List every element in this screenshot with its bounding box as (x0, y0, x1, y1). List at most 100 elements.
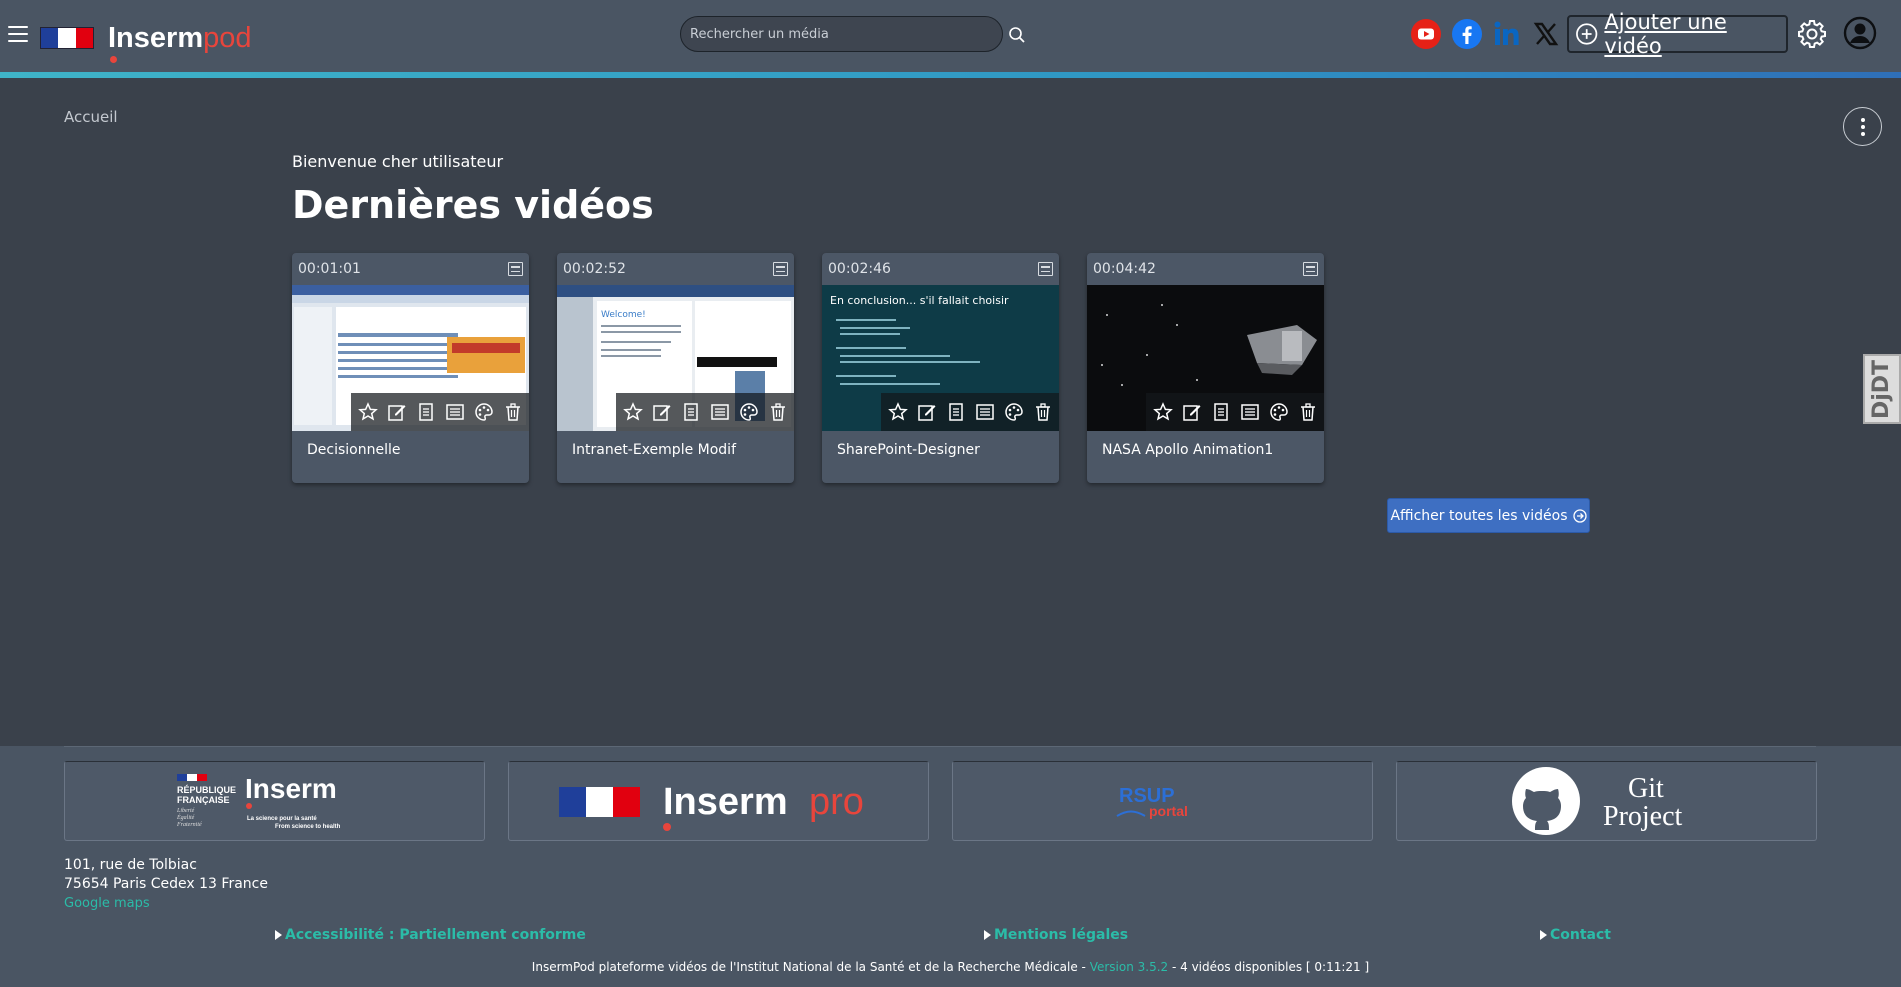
djdt-label: DjDT (1869, 359, 1895, 419)
top-navbar: Insermpod Ajouter une vidéo (0, 0, 1901, 72)
accessibility-link[interactable]: Accessibilité : Partiellement conforme (275, 927, 586, 943)
search-icon[interactable] (1008, 26, 1026, 44)
youtube-icon[interactable] (1410, 18, 1442, 50)
inserm-tagline-en: From science to health (275, 824, 341, 830)
caret-right-icon (1540, 930, 1547, 940)
video-actions-bar (351, 393, 529, 431)
contact-link[interactable]: Contact (1540, 927, 1611, 943)
video-card-2[interactable]: 00:02:52 Welcome! Intranet-Exemple Modif (557, 253, 794, 483)
video-title[interactable]: Decisionnelle (292, 431, 529, 469)
partner-git-project-logo[interactable]: Git Project (1396, 761, 1817, 841)
video-title[interactable]: Intranet-Exemple Modif (557, 431, 794, 469)
thumb-slide-text: En conclusion... s'il fallait choisir (830, 294, 1009, 307)
video-title[interactable]: SharePoint-Designer (822, 431, 1059, 469)
palette-icon[interactable] (469, 398, 498, 427)
list-icon[interactable] (705, 398, 734, 427)
video-card-1[interactable]: 00:01:01 Decisionnelle (292, 253, 529, 483)
favorite-star-icon[interactable] (353, 398, 382, 427)
menu-burger-icon[interactable] (8, 26, 28, 42)
logo-main-text: Inserm (108, 21, 204, 54)
video-actions-bar (1146, 393, 1324, 431)
film-icon (773, 262, 788, 276)
copyright-line: InsermPod plateforme vidéos de l'Institu… (0, 960, 1901, 974)
list-icon[interactable] (1235, 398, 1264, 427)
video-title[interactable]: NASA Apollo Animation1 (1087, 431, 1324, 469)
partner-rsup-portal-logo[interactable]: RSUP portal (952, 761, 1373, 841)
facebook-icon[interactable] (1451, 18, 1483, 50)
document-icon[interactable] (941, 398, 970, 427)
document-icon[interactable] (411, 398, 440, 427)
list-icon[interactable] (440, 398, 469, 427)
project-text: Project (1603, 801, 1683, 832)
video-thumbnail[interactable]: Welcome! (557, 285, 794, 431)
palette-icon[interactable] (734, 398, 763, 427)
add-video-button[interactable]: Ajouter une vidéo (1567, 10, 1788, 58)
copyright-prefix: InsermPod plateforme vidéos de l'Institu… (531, 960, 1090, 974)
film-icon (508, 262, 523, 276)
edit-icon[interactable] (382, 398, 411, 427)
trash-icon[interactable] (498, 398, 527, 427)
search-box (680, 16, 1003, 52)
gear-icon[interactable] (1796, 18, 1828, 50)
favorite-star-icon[interactable] (883, 398, 912, 427)
film-icon (1303, 262, 1318, 276)
francaise-text: FRANÇAISE (177, 795, 230, 805)
breadcrumb[interactable]: Accueil (64, 108, 118, 126)
inserm-tagline: La science pour la santé (247, 816, 317, 822)
republique-text: RÉPUBLIQUE (177, 785, 236, 795)
rsup-portal-text: portal (1149, 803, 1188, 819)
video-duration: 00:02:46 (828, 261, 891, 277)
all-videos-button[interactable]: Afficher toutes les vidéos (1387, 498, 1590, 533)
trash-icon[interactable] (1028, 398, 1057, 427)
favorite-star-icon[interactable] (618, 398, 647, 427)
motto-egalite: Égalité (176, 813, 195, 821)
palette-icon[interactable] (1264, 398, 1293, 427)
partner-inserm-pro-logo[interactable]: Inserm pro (508, 761, 929, 841)
add-video-label: Ajouter une vidéo (1604, 10, 1727, 58)
linkedin-icon[interactable] (1491, 18, 1523, 50)
document-icon[interactable] (676, 398, 705, 427)
legal-notice-link[interactable]: Mentions légales (984, 927, 1128, 943)
republique-flag-icon (40, 27, 94, 49)
partner-inserm-logo[interactable]: RÉPUBLIQUE FRANÇAISE Liberté Égalité Fra… (64, 761, 485, 841)
x-icon[interactable] (1530, 18, 1562, 50)
document-icon[interactable] (1206, 398, 1235, 427)
edit-icon[interactable] (1177, 398, 1206, 427)
favorite-star-icon[interactable] (1148, 398, 1177, 427)
trash-icon[interactable] (763, 398, 792, 427)
insermpod-logo[interactable]: Insermpod (40, 18, 252, 63)
welcome-message: Bienvenue cher utilisateur (292, 152, 504, 171)
copyright-suffix: - 4 vidéos disponibles [ 0:11:21 ] (1168, 960, 1370, 974)
more-options-button[interactable] (1843, 107, 1882, 146)
logo-dot (110, 55, 117, 63)
video-thumbnail[interactable] (1087, 285, 1324, 431)
plus-circle-icon (1576, 23, 1598, 45)
inserm-text: Inserm (245, 773, 337, 804)
motto-fraternite: Fraternité (176, 822, 202, 828)
edit-icon[interactable] (912, 398, 941, 427)
trash-icon[interactable] (1293, 398, 1322, 427)
video-thumbnail[interactable]: En conclusion... s'il fallait choisir (822, 285, 1059, 431)
user-account-icon[interactable] (1843, 16, 1877, 50)
google-maps-link[interactable]: Google maps (64, 896, 150, 911)
video-duration: 00:02:52 (563, 261, 626, 277)
edit-icon[interactable] (647, 398, 676, 427)
search-input[interactable] (690, 26, 1002, 42)
page-title: Dernières vidéos (292, 183, 654, 227)
palette-icon[interactable] (999, 398, 1028, 427)
video-actions-bar (881, 393, 1059, 431)
caret-right-icon (275, 930, 282, 940)
video-actions-bar (616, 393, 794, 431)
django-debug-toolbar-handle[interactable]: DjDT (1863, 354, 1901, 424)
video-card-3[interactable]: 00:02:46 En conclusion... s'il fallait c… (822, 253, 1059, 483)
version-link[interactable]: Version 3.5.2 (1090, 960, 1168, 974)
video-thumbnail[interactable] (292, 285, 529, 431)
git-text: Git (1628, 773, 1664, 804)
video-duration: 00:01:01 (298, 261, 361, 277)
github-icon (1511, 767, 1580, 835)
video-card-4[interactable]: 00:04:42 NASA Apollo Animation1 (1087, 253, 1324, 483)
motto-liberte: Liberté (176, 808, 195, 814)
inserm-pro-main-text: Inserm (663, 781, 788, 823)
list-icon[interactable] (970, 398, 999, 427)
address-line-1: 101, rue de Tolbiac (64, 857, 197, 873)
